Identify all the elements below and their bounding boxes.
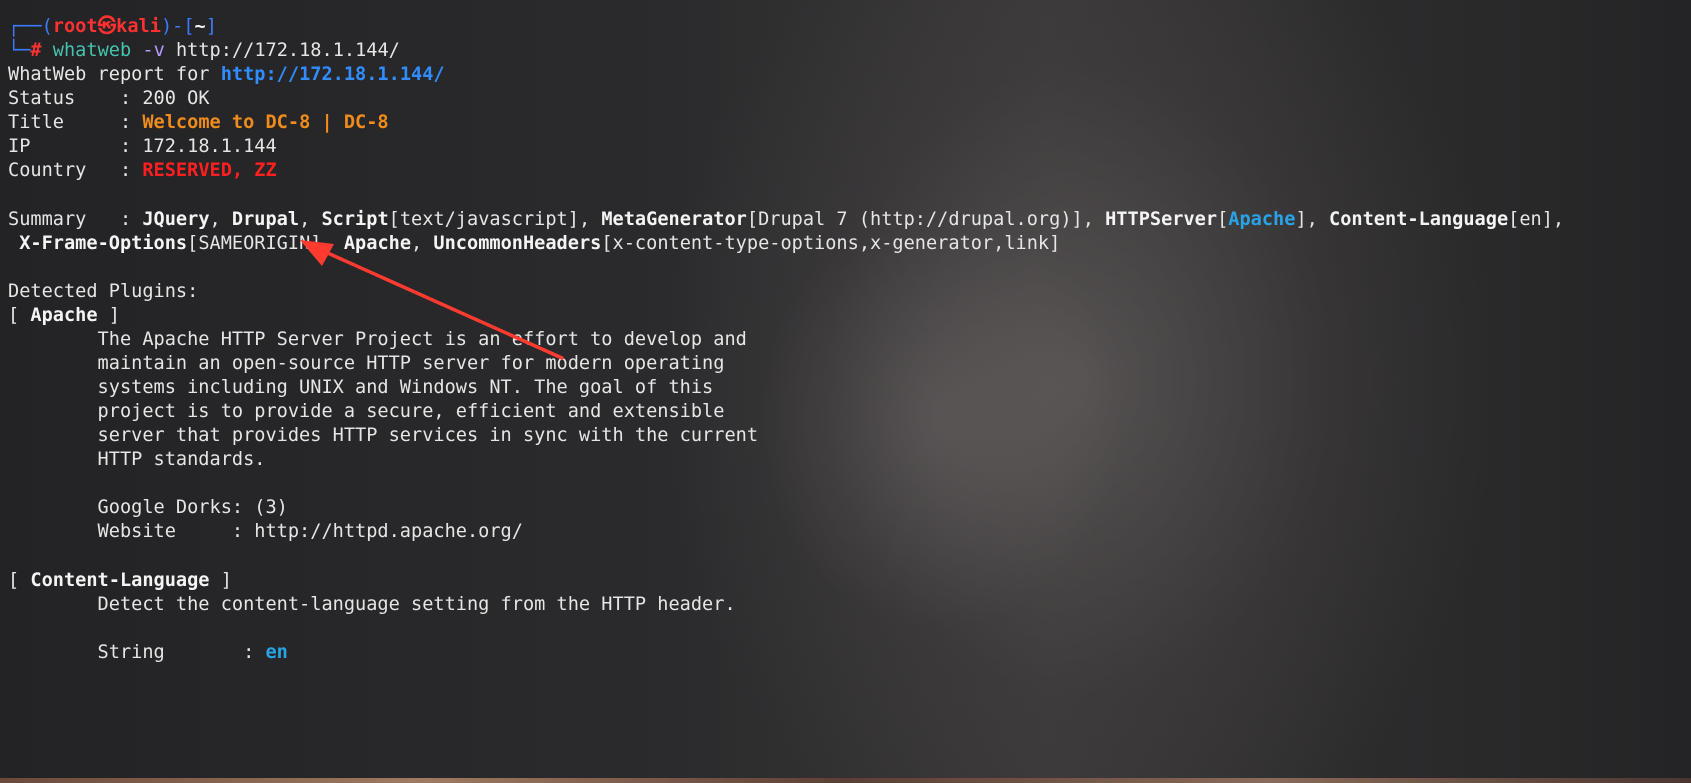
status-value: 200 OK (142, 88, 210, 109)
summary-segment: [text/javascript], (388, 209, 602, 230)
bracket-open: [ (8, 305, 31, 326)
apache-website: Website : http://httpd.apache.org/ (8, 521, 523, 542)
title-value: Welcome to DC-8 | DC-8 (142, 112, 389, 133)
summary-segment: Script (321, 209, 389, 230)
ip-row: IP : 172.18.1.144 (8, 134, 277, 160)
command-name: whatweb (52, 40, 132, 61)
ip-key: IP : (8, 136, 143, 157)
plugin-apache-header: [ Apache ] (8, 303, 120, 329)
summary-segment (8, 233, 19, 254)
bracket-close: ] (209, 570, 232, 591)
prompt-user: root (52, 16, 98, 37)
plugin-content-language-header: [ Content-Language ] (8, 568, 232, 594)
command-line: └─# whatweb -v http://172.18.1.144/ (8, 38, 400, 64)
summary-segment: [x-content-type-options,x-generator,link… (601, 233, 1061, 254)
string-key: String : (8, 642, 266, 663)
summary-segment: UncommonHeaders (433, 233, 602, 254)
report-header: WhatWeb report for http://172.18.1.144/ (8, 62, 445, 88)
summary-line-1: JQuery, Drupal, Script[text/javascript],… (142, 209, 1564, 230)
string-value: en (265, 642, 288, 663)
desktop-wallpaper-strip (0, 778, 1691, 783)
summary-segment: X-Frame-Options (19, 233, 188, 254)
country-value: RESERVED, ZZ (142, 160, 277, 181)
country-row: Country : RESERVED, ZZ (8, 158, 277, 184)
summary-row-1: Summary : JQuery, Drupal, Script[text/ja… (8, 207, 1564, 233)
content-language-desc: Detect the content-language setting from… (8, 594, 736, 615)
skull-icon: ㉿ (97, 16, 117, 37)
summary-line-2: X-Frame-Options[SAMEORIGIN], Apache, Unc… (8, 233, 1060, 254)
command-option: -v (142, 40, 165, 61)
apache-desc-line: maintain an open-source HTTP server for … (8, 353, 725, 374)
prompt-line: ┌──(root㉿kali)-[~] (8, 14, 217, 40)
plugins-heading: Detected Plugins: (8, 281, 199, 302)
title-key: Title : (8, 112, 143, 133)
country-key: Country : (8, 160, 143, 181)
summary-segment: MetaGenerator (601, 209, 747, 230)
summary-segment: JQuery (142, 209, 210, 230)
summary-segment: [ (1217, 209, 1229, 230)
title-row: Title : Welcome to DC-8 | DC-8 (8, 110, 389, 136)
summary-segment: Apache (343, 233, 412, 254)
apache-desc-line: HTTP standards. (8, 449, 266, 470)
summary-segment: , (209, 209, 232, 230)
summary-segment: , (411, 233, 434, 254)
prompt-host: kali (116, 16, 161, 37)
report-url[interactable]: http://172.18.1.144/ (221, 64, 445, 85)
prompt-frame-mid: )-[ (160, 16, 195, 37)
command-argument: http://172.18.1.144/ (175, 40, 400, 61)
summary-key: Summary : (8, 209, 143, 230)
prompt-hash: # (30, 40, 42, 61)
status-key: Status : (8, 88, 143, 109)
prompt-frame-close: ] (205, 16, 217, 37)
apache-desc-line: project is to provide a secure, efficien… (8, 401, 725, 422)
summary-segment: HTTPServer (1105, 209, 1218, 230)
summary-row-2: X-Frame-Options[SAMEORIGIN], Apache, Unc… (8, 231, 1060, 257)
apache-desc-line: The Apache HTTP Server Project is an eff… (8, 329, 747, 350)
plugin-apache-name: Apache (30, 305, 98, 326)
bracket-open: [ (8, 570, 31, 591)
summary-segment: [Drupal 7 (http://drupal.org)], (746, 209, 1106, 230)
apache-desc-line: server that provides HTTP services in sy… (8, 425, 759, 446)
terminal-window[interactable]: ┌──(root㉿kali)-[~] └─# whatweb -v http:/… (0, 0, 1691, 778)
summary-segment: ], (1295, 209, 1330, 230)
summary-segment: [en], (1508, 209, 1565, 230)
plugin-content-language-name: Content-Language (30, 570, 210, 591)
summary-segment: [SAMEORIGIN], (187, 233, 344, 254)
summary-segment: Drupal (231, 209, 300, 230)
ip-value: 172.18.1.144 (142, 136, 277, 157)
prompt-corner: └─ (8, 40, 31, 61)
content-language-string: String : en (8, 640, 288, 666)
prompt-frame: ┌──( (8, 16, 53, 37)
summary-segment: Content-Language (1329, 209, 1509, 230)
prompt-cwd: ~ (194, 16, 206, 37)
report-header-prefix: WhatWeb report for (8, 64, 221, 85)
status-row: Status : 200 OK (8, 86, 210, 112)
summary-segment: Apache (1228, 209, 1296, 230)
summary-segment: , (299, 209, 322, 230)
bracket-close: ] (97, 305, 120, 326)
apache-dorks: Google Dorks: (3) (8, 497, 288, 518)
apache-desc-line: systems including UNIX and Windows NT. T… (8, 377, 714, 398)
